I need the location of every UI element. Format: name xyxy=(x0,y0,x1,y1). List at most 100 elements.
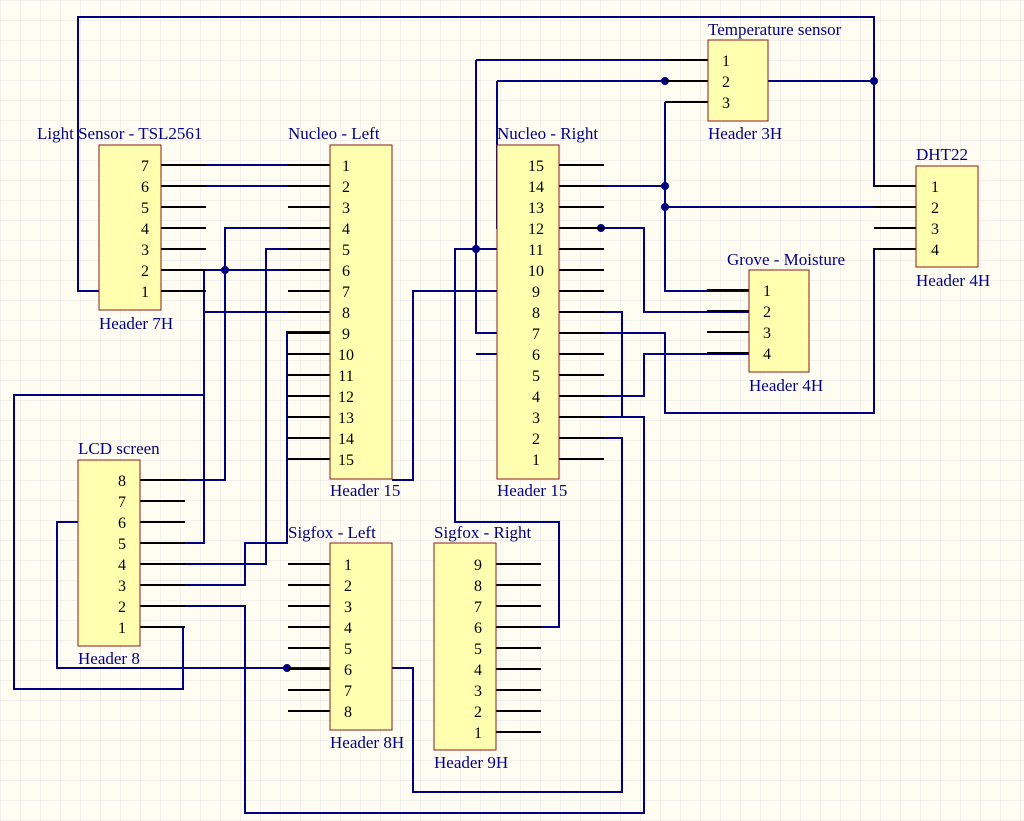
pin-number: 3 xyxy=(763,325,771,342)
pin-number: 5 xyxy=(532,368,540,385)
component-footer: Header 8H xyxy=(330,733,404,752)
pin-number: 5 xyxy=(474,641,482,658)
pin-number: 4 xyxy=(931,242,939,259)
pin-number: 2 xyxy=(474,704,482,721)
wire-junction xyxy=(661,203,669,211)
component-footer: Header 4H xyxy=(749,376,823,395)
pin-number: 2 xyxy=(722,74,730,91)
pin-number: 5 xyxy=(344,641,352,658)
pin-number: 6 xyxy=(342,263,350,280)
component-title: Nucleo - Left xyxy=(288,124,380,143)
component-title: Nucleo - Right xyxy=(497,124,598,143)
pin-number: 4 xyxy=(763,346,771,363)
pin-number: 9 xyxy=(474,557,482,574)
wire-junction xyxy=(870,77,878,85)
pin-number: 4 xyxy=(532,389,540,406)
component-title: LCD screen xyxy=(78,439,160,458)
component-title: Sigfox - Right xyxy=(434,523,532,542)
component-footer: Header 8 xyxy=(78,649,140,668)
pin-number: 10 xyxy=(528,263,544,280)
component-body xyxy=(707,39,769,122)
pin-number: 3 xyxy=(532,410,540,427)
pin-number: 8 xyxy=(532,305,540,322)
pin-number: 1 xyxy=(763,283,771,300)
pin-number: 8 xyxy=(344,704,352,721)
pin-number: 6 xyxy=(118,515,126,532)
component-footer: Header 9H xyxy=(434,753,508,772)
pin-number: 3 xyxy=(141,242,149,259)
pin-number: 7 xyxy=(118,494,126,511)
wire-junction xyxy=(661,182,669,190)
component-title: Grove - Moisture xyxy=(727,250,845,269)
pin-number: 7 xyxy=(342,284,350,301)
pin-number: 5 xyxy=(118,536,126,553)
component-body xyxy=(98,144,162,311)
pin-number: 1 xyxy=(931,179,939,196)
schematic-canvas: 7654321Light Sensor - TSL2561Header 7H12… xyxy=(0,0,1024,821)
pin-number: 11 xyxy=(528,242,543,259)
pin-number: 6 xyxy=(344,662,352,679)
component-title: Sigfox - Left xyxy=(288,523,376,542)
pin-number: 1 xyxy=(118,620,126,637)
pin-number: 1 xyxy=(344,557,352,574)
component-body xyxy=(77,459,141,647)
pin-number: 2 xyxy=(763,304,771,321)
component-footer: Header 3H xyxy=(708,124,782,143)
pin-number: 1 xyxy=(532,452,540,469)
pin-number: 4 xyxy=(342,221,350,238)
pin-number: 5 xyxy=(141,200,149,217)
component-body xyxy=(329,542,393,731)
pin-number: 5 xyxy=(342,242,350,259)
pin-number: 4 xyxy=(344,620,352,637)
pin-number: 13 xyxy=(338,410,354,427)
component-title: DHT22 xyxy=(916,145,968,164)
wire-junction xyxy=(221,266,229,274)
pin-number: 3 xyxy=(474,683,482,700)
pin-number: 2 xyxy=(118,599,126,616)
component-footer: Header 15 xyxy=(330,481,400,500)
pin-number: 9 xyxy=(532,284,540,301)
pin-number: 2 xyxy=(532,431,540,448)
pin-number: 7 xyxy=(474,599,482,616)
component-body xyxy=(433,542,497,751)
pin-number: 1 xyxy=(722,53,730,70)
pin-number: 3 xyxy=(342,200,350,217)
pin-number: 14 xyxy=(528,179,544,196)
wire-junction xyxy=(472,245,480,253)
component-title: Temperature sensor xyxy=(708,20,842,39)
pin-number: 12 xyxy=(528,221,544,238)
pin-number: 7 xyxy=(344,683,352,700)
pin-number: 1 xyxy=(474,725,482,742)
pin-number: 7 xyxy=(141,158,149,175)
pin-number: 8 xyxy=(118,473,126,490)
pin-number: 15 xyxy=(528,158,544,175)
component-title: Light Sensor - TSL2561 xyxy=(37,124,202,143)
pin-number: 10 xyxy=(338,347,354,364)
pin-number: 14 xyxy=(338,431,354,448)
pin-number: 3 xyxy=(931,221,939,238)
pin-number: 8 xyxy=(474,578,482,595)
pin-number: 4 xyxy=(118,557,126,574)
pin-number: 12 xyxy=(338,389,354,406)
component-footer: Header 15 xyxy=(497,481,567,500)
pin-number: 2 xyxy=(141,263,149,280)
pin-number: 1 xyxy=(141,284,149,301)
component-body xyxy=(329,144,393,480)
pin-number: 4 xyxy=(141,221,149,238)
pin-number: 6 xyxy=(532,347,540,364)
pin-number: 1 xyxy=(342,158,350,175)
pin-number: 8 xyxy=(342,305,350,322)
pin-number: 6 xyxy=(474,620,482,637)
pin-number: 3 xyxy=(722,95,730,112)
pin-number: 3 xyxy=(118,578,126,595)
pin-number: 4 xyxy=(474,662,482,679)
pin-number: 15 xyxy=(338,452,354,469)
pin-number: 2 xyxy=(931,200,939,217)
pin-number: 11 xyxy=(338,368,353,385)
pin-number: 2 xyxy=(342,179,350,196)
pin-number: 9 xyxy=(342,326,350,343)
component-body xyxy=(748,269,810,373)
pin-number: 2 xyxy=(344,578,352,595)
pin-number: 13 xyxy=(528,200,544,217)
pin-number: 3 xyxy=(344,599,352,616)
